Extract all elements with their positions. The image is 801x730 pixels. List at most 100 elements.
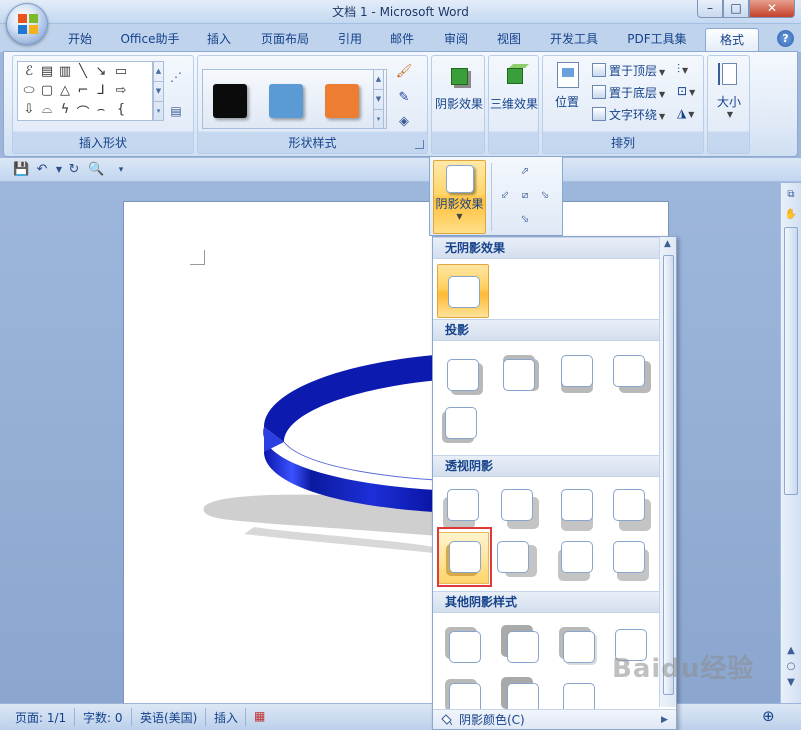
shadow-toggle-icon[interactable]: ⧄ — [518, 189, 532, 203]
style-swatch-blue[interactable] — [269, 84, 303, 118]
size-button[interactable]: 大小 ▼ — [708, 60, 750, 119]
minimize-button[interactable]: – — [697, 0, 723, 18]
drop-shadow-option-1[interactable] — [437, 347, 487, 397]
view-ruler-icon[interactable]: ⧉ — [783, 187, 799, 203]
nudge-shadow-up-icon[interactable]: ⬀ — [518, 165, 532, 179]
scroll-down-icon[interactable]: ▼ — [783, 675, 799, 691]
word-count[interactable]: 字数: 0 — [83, 709, 123, 726]
tab-review[interactable]: 审阅 — [436, 28, 476, 52]
nudge-shadow-left-icon[interactable]: ⬃ — [498, 189, 512, 203]
perspective-shadow-option-7[interactable] — [551, 533, 601, 583]
scrollbar-thumb[interactable] — [784, 227, 798, 495]
text-wrapping-button[interactable]: 文字环绕 ▼ — [592, 106, 665, 123]
flowchart-icon[interactable]: ⌓ — [38, 102, 56, 117]
zoom-in-icon[interactable]: ⊕ — [762, 707, 775, 725]
shadow-color-menu-item[interactable]: 阴影颜色(C) ▶ — [433, 709, 676, 729]
vertical-scrollbar[interactable]: ⧉ ✋ ▲ ○ ▼ — [780, 183, 801, 703]
rotate-button[interactable]: ◮ ▼ — [677, 106, 694, 120]
oval-icon[interactable]: ⬭ — [20, 83, 38, 98]
scroll-up-icon[interactable]: ▲ — [783, 643, 799, 659]
vertical-textbox-icon[interactable]: ▥ — [56, 64, 74, 79]
change-shape-icon[interactable]: ◈ — [395, 114, 413, 129]
shape-outline-icon[interactable]: ✎ — [395, 90, 413, 105]
shape-styles-gallery[interactable] — [202, 69, 387, 129]
brace-icon[interactable]: { — [112, 102, 130, 117]
tab-references[interactable]: 引用 — [331, 28, 369, 52]
insert-mode-indicator[interactable]: 插入 — [214, 709, 238, 726]
more-icon[interactable]: ▾ — [374, 110, 383, 130]
shape-fill-icon[interactable]: 🖌 — [395, 64, 413, 79]
redo-icon[interactable]: ↻ — [66, 162, 82, 178]
page-count[interactable]: 页面: 1/1 — [15, 709, 66, 726]
lightning-icon[interactable]: ϟ — [56, 102, 74, 117]
macro-record-icon[interactable]: ▦ — [254, 709, 265, 723]
style-swatch-black[interactable] — [213, 84, 247, 118]
popup-scroll-thumb[interactable] — [663, 255, 674, 695]
no-shadow-option[interactable] — [437, 264, 489, 318]
styles-gallery-scroll[interactable]: ▲ ▼ ▾ — [373, 69, 384, 129]
popup-scrollbar[interactable]: ▲ — [659, 237, 676, 707]
browse-object-icon[interactable]: ○ — [783, 659, 799, 675]
help-icon[interactable]: ? — [777, 30, 794, 47]
bring-to-front-button[interactable]: 置于顶层 ▼ — [592, 62, 665, 79]
scroll-down-icon[interactable]: ▼ — [374, 90, 383, 110]
freeform-icon[interactable]: ℰ — [20, 64, 38, 79]
drop-shadow-option-5[interactable] — [437, 399, 487, 449]
close-button[interactable]: ✕ — [749, 0, 795, 18]
triangle-icon[interactable]: △ — [56, 83, 74, 98]
perspective-shadow-option-2[interactable] — [493, 481, 543, 531]
elbow-arrow-icon[interactable]: ⅃ — [92, 83, 110, 98]
3d-effects-button[interactable]: 三维效果 — [489, 62, 539, 112]
tab-page-layout[interactable]: 页面布局 — [254, 28, 316, 52]
rectangle-icon[interactable]: ▭ — [112, 64, 130, 79]
nudge-shadow-down-icon[interactable]: ⬂ — [518, 213, 532, 227]
undo-dropdown-icon[interactable]: ▼ — [51, 162, 67, 178]
align-button[interactable]: ⫶ ▼ — [677, 62, 688, 77]
tab-mailings[interactable]: 邮件 — [383, 28, 421, 52]
tab-view[interactable]: 视图 — [489, 28, 529, 52]
tab-home[interactable]: 开始 — [60, 28, 100, 52]
language-indicator[interactable]: 英语(美国) — [140, 709, 197, 726]
perspective-shadow-option-6[interactable] — [493, 533, 543, 583]
scroll-up-icon[interactable]: ▲ — [374, 70, 383, 90]
tab-developer[interactable]: 开发工具 — [541, 28, 607, 52]
group-button[interactable]: ⊡ ▼ — [677, 84, 695, 98]
office-button[interactable] — [6, 3, 48, 45]
shadow-effects-button[interactable]: 阴影效果 — [433, 62, 485, 112]
save-icon[interactable]: 💾 — [13, 162, 29, 178]
curve-icon[interactable]: ⌒ — [74, 102, 92, 121]
drop-shadow-option-4[interactable] — [607, 347, 657, 397]
perspective-shadow-option-3[interactable] — [551, 481, 601, 531]
elbow-connector-icon[interactable]: ⌐ — [74, 83, 92, 98]
right-arrow-icon[interactable]: ⇨ — [112, 83, 130, 98]
undo-icon[interactable]: ↶ — [34, 162, 50, 178]
rounded-rect-icon[interactable]: ▢ — [38, 83, 56, 98]
scroll-down-icon[interactable]: ▼ — [154, 82, 163, 102]
other-shadow-option-3[interactable] — [551, 619, 601, 669]
arc-icon[interactable]: ⌢ — [92, 102, 110, 117]
dialog-launcher-icon[interactable] — [415, 140, 424, 149]
perspective-shadow-option-1[interactable] — [437, 481, 487, 531]
tab-office-assistant[interactable]: Office助手 — [114, 28, 186, 52]
text-box-icon[interactable]: ▤ — [167, 104, 185, 118]
arrow-line-icon[interactable]: ↘ — [92, 64, 110, 79]
line-icon[interactable]: ╲ — [74, 64, 92, 79]
shapes-gallery[interactable]: ℰ ▤ ▥ ╲ ↘ ▭ ⬭ ▢ △ ⌐ ⅃ ⇨ ⇩ ⌓ ϟ ⌒ ⌢ { — [17, 61, 153, 121]
shadow-effects-dropdown-button[interactable]: 阴影效果 ▼ — [433, 160, 486, 234]
style-swatch-orange[interactable] — [325, 84, 359, 118]
position-button[interactable]: 位置 — [545, 60, 589, 110]
send-to-back-button[interactable]: 置于底层 ▼ — [592, 84, 665, 101]
down-arrow-icon[interactable]: ⇩ — [20, 102, 38, 117]
drop-shadow-option-3[interactable] — [551, 347, 601, 397]
textbox-icon[interactable]: ▤ — [38, 64, 56, 79]
customize-toolbar-icon[interactable]: ▾ — [113, 162, 129, 178]
tab-format[interactable]: 格式 — [705, 28, 759, 52]
scroll-up-icon[interactable]: ▲ — [664, 239, 671, 249]
hand-tool-icon[interactable]: ✋ — [783, 207, 799, 223]
tab-pdf-tools[interactable]: PDF工具集 — [619, 28, 695, 52]
edit-shape-icon[interactable]: ⋰ — [167, 70, 185, 84]
tab-insert[interactable]: 插入 — [199, 28, 239, 52]
other-shadow-option-1[interactable] — [437, 619, 487, 669]
maximize-button[interactable]: □ — [723, 0, 749, 18]
more-icon[interactable]: ▾ — [154, 102, 163, 122]
